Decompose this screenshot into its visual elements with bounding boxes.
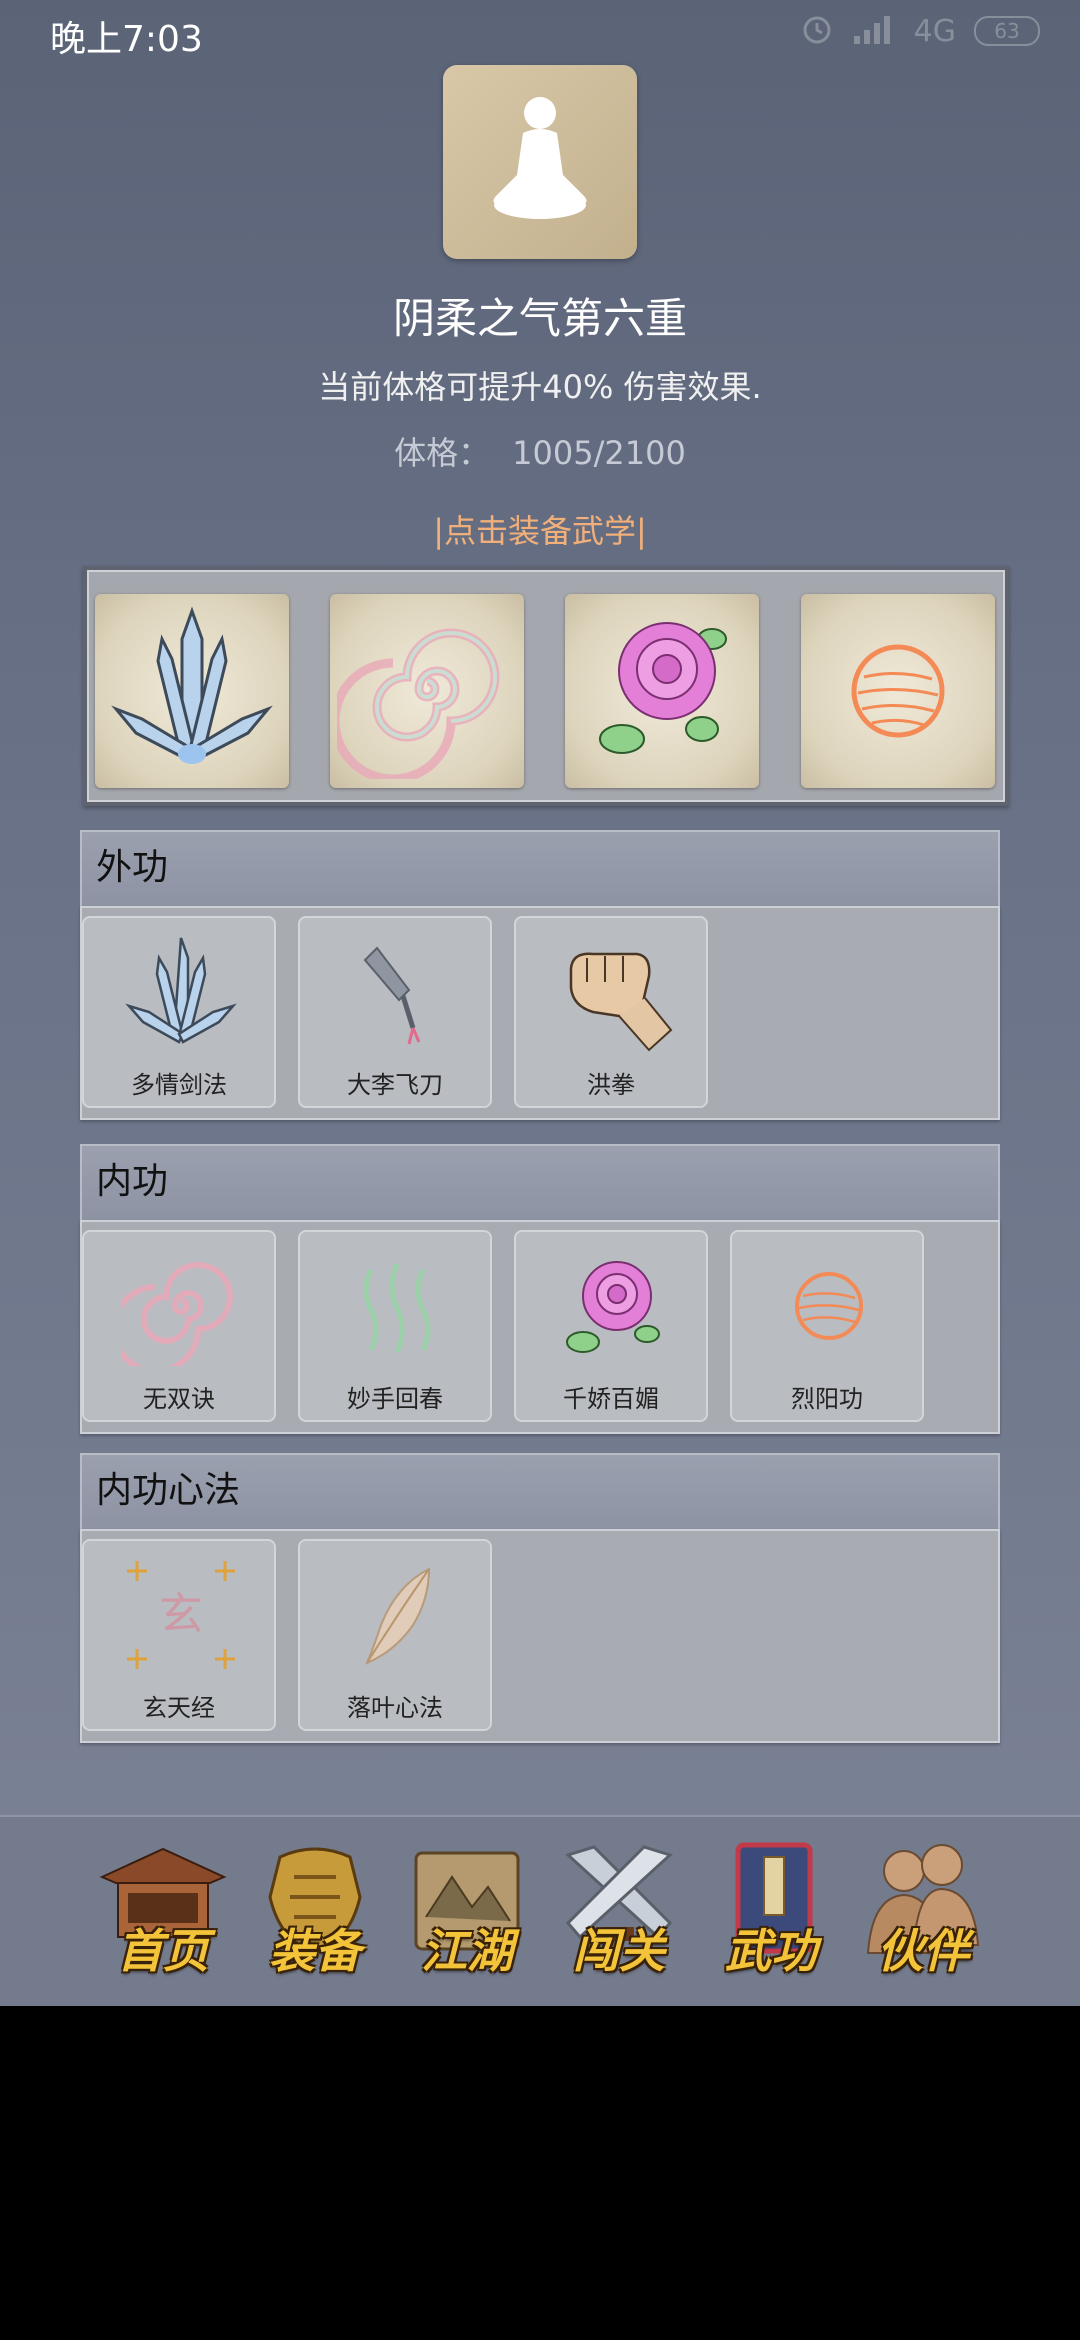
flying-knife-icon: [337, 932, 457, 1052]
skill-grid: 玄 玄天经 落叶心法: [80, 1529, 1000, 1743]
app-screen: 晚上7:03 4G 63 阴柔之气第六重 当前体格可提升40% 伤害效果. 体格…: [0, 0, 1080, 2006]
skill-title: 阴柔之气第六重: [392, 294, 687, 343]
skill-card[interactable]: 妙手回春: [298, 1230, 492, 1422]
svg-text:玄: 玄: [159, 1589, 203, 1640]
sword-skill-icon: [102, 599, 282, 783]
section-internal-methods: 内功心法 玄 玄天经 落叶心法: [80, 1453, 1000, 1743]
rose-skill-icon: [553, 1246, 673, 1366]
stat-label: 体格：: [394, 434, 491, 472]
skill-card[interactable]: 无双诀: [82, 1230, 276, 1422]
signal-icon: [852, 14, 896, 48]
skill-name: 洪拳: [587, 1071, 635, 1099]
skill-card[interactable]: 洪拳: [514, 916, 708, 1108]
skill-name: 玄天经: [143, 1694, 215, 1722]
nav-challenge[interactable]: 闯关: [554, 1837, 684, 1987]
skill-card[interactable]: 玄 玄天经: [82, 1539, 276, 1731]
nav-equipment[interactable]: 装备: [250, 1837, 380, 1987]
skill-name: 无双诀: [143, 1385, 215, 1413]
skill-name: 大李飞刀: [347, 1071, 443, 1099]
nav-label: 闯关: [573, 1924, 665, 1978]
network-type: 4G: [913, 13, 956, 49]
equipped-slot-1[interactable]: [95, 594, 289, 788]
skill-name: 烈阳功: [791, 1385, 863, 1413]
fist-icon: [553, 932, 673, 1052]
constitution-stat: 体格： 1005/2100: [0, 428, 1080, 474]
nav-label: 江湖: [421, 1924, 513, 1978]
skill-grid: 多情剑法 大李飞刀 洪拳: [80, 906, 1000, 1120]
nav-label: 首页: [117, 1924, 209, 1978]
section-external-skills: 外功 多情剑法 大李飞刀 洪拳: [80, 830, 1000, 1120]
nav-label: 装备: [269, 1924, 361, 1978]
skill-name: 千娇百媚: [563, 1385, 659, 1413]
skill-card[interactable]: 多情剑法: [82, 916, 276, 1108]
section-internal-skills: 内功 无双诀 妙手回春 千娇百媚 烈阳功: [80, 1144, 1000, 1434]
swirl-skill-icon: [330, 599, 517, 784]
sun-orb-skill-icon: [808, 599, 988, 783]
equipped-slot-4[interactable]: [801, 594, 995, 788]
skill-card[interactable]: 落叶心法: [298, 1539, 492, 1731]
equipped-slot-2[interactable]: [330, 594, 524, 788]
skill-grid: 无双诀 妙手回春 千娇百媚 烈阳功: [80, 1220, 1000, 1434]
skill-card[interactable]: 大李飞刀: [298, 916, 492, 1108]
alarm-icon: [800, 12, 834, 50]
battery-icon: 63: [974, 16, 1040, 46]
nav-home[interactable]: 首页: [98, 1837, 228, 1987]
skill-card[interactable]: 烈阳功: [730, 1230, 924, 1422]
equipped-slot-3[interactable]: [565, 594, 759, 788]
bottom-nav-bar: 首页 装备 江湖 闯关 武功 伙伴: [0, 1815, 1080, 2006]
nav-jianghu[interactable]: 江湖: [402, 1837, 532, 1987]
stat-value: 1005/2100: [512, 434, 686, 472]
skill-name: 多情剑法: [131, 1071, 227, 1099]
section-title: 内功: [80, 1144, 1000, 1220]
bottom-blank-area: [0, 2006, 1080, 2340]
meditation-avatar-icon: [443, 65, 637, 259]
sword-skill-icon: [121, 932, 241, 1052]
nav-martial-arts[interactable]: 武功: [706, 1837, 836, 1987]
equip-skill-link[interactable]: |点击装备武学|: [0, 506, 1080, 552]
skill-name: 落叶心法: [347, 1694, 443, 1722]
sun-orb-skill-icon: [769, 1246, 889, 1366]
leaf-icon: [337, 1555, 457, 1675]
status-time: 晚上7:03: [50, 19, 203, 60]
skill-card[interactable]: 千娇百媚: [514, 1230, 708, 1422]
skill-name: 妙手回春: [347, 1385, 443, 1413]
skill-description: 当前体格可提升40% 伤害效果.: [318, 368, 762, 406]
status-indicators: 4G 63: [800, 12, 1040, 50]
nav-label: 伙伴: [877, 1924, 969, 1978]
nav-partners[interactable]: 伙伴: [858, 1837, 988, 1987]
swirl-skill-icon: [111, 1246, 241, 1374]
equipped-skill-slots: [83, 566, 1009, 806]
section-title: 外功: [80, 830, 1000, 906]
section-title: 内功心法: [80, 1453, 1000, 1529]
rose-skill-icon: [572, 599, 752, 783]
xuan-scroll-icon: 玄: [121, 1555, 241, 1675]
nav-label: 武功: [725, 1924, 817, 1978]
healing-wave-icon: [337, 1246, 457, 1366]
